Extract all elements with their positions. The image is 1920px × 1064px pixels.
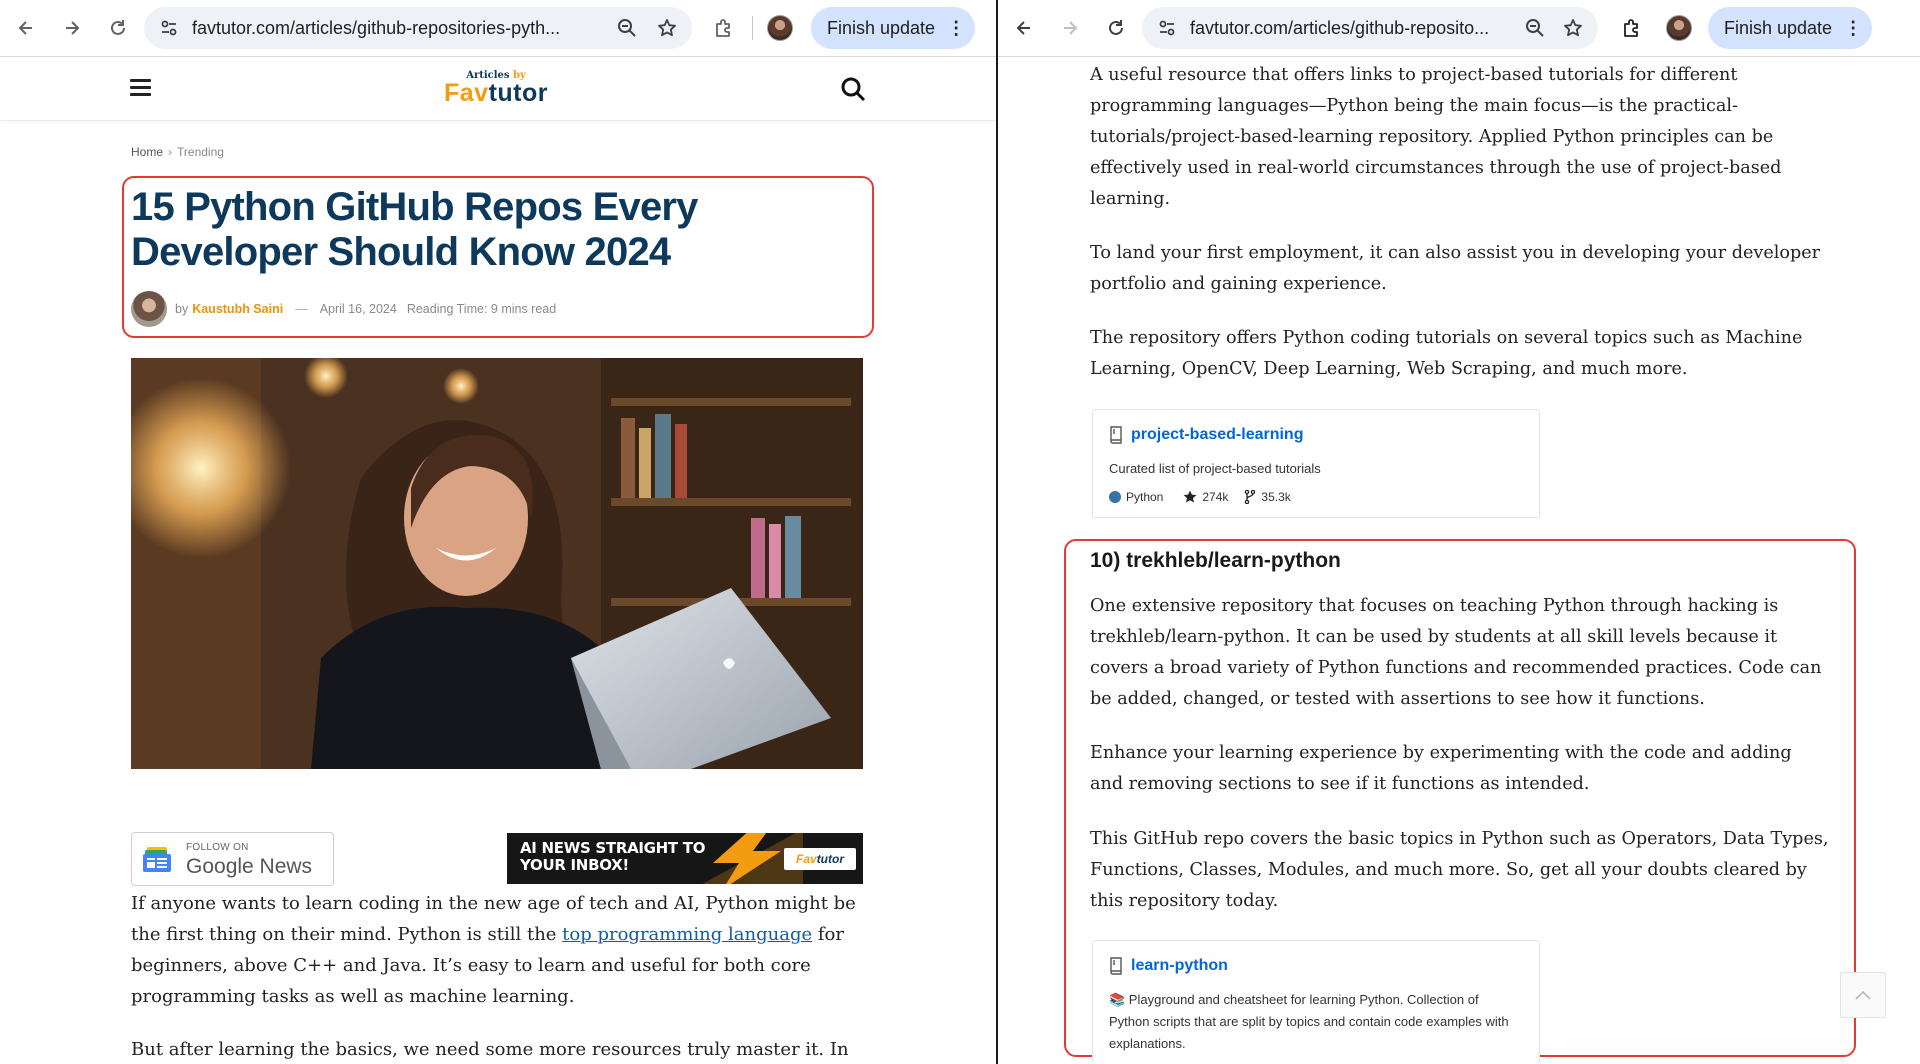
profile-avatar[interactable]	[767, 15, 793, 41]
back-button[interactable]	[8, 10, 44, 46]
url-text: favtutor.com/articles/github-reposito...	[1190, 17, 1490, 38]
more-menu-icon[interactable]: ⋮	[947, 18, 965, 39]
scroll-to-top-button[interactable]	[1840, 972, 1886, 1018]
repo-description: 📚 Playground and cheatsheet for learning…	[1109, 992, 1509, 1051]
repo-language: Python	[1126, 490, 1164, 504]
reload-icon	[1109, 20, 1123, 35]
back-icon	[18, 21, 32, 35]
second-paragraph: But after learning the basics, we need s…	[131, 1039, 849, 1060]
star-icon	[1183, 490, 1197, 503]
site-info-icon[interactable]	[154, 13, 184, 43]
newsletter-banner[interactable]: AI NEWS STRAIGHT TO YOUR INBOX! Favtutor	[507, 833, 863, 884]
toolbar-separator	[752, 16, 753, 40]
repo-forks: 35.3k	[1261, 490, 1291, 504]
zoom-icon[interactable]	[612, 13, 642, 43]
forward-icon	[66, 21, 80, 35]
site-logo[interactable]: Articles by Favtutor	[440, 70, 552, 106]
repo-card-project-based-learning[interactable]: project-based-learning Curated list of p…	[1092, 409, 1540, 518]
profile-avatar[interactable]	[1666, 15, 1692, 41]
paragraph-learn-python-intro: One extensive repository that focuses on…	[1090, 596, 1822, 709]
breadcrumb-current[interactable]: Trending	[177, 145, 224, 159]
repo-icon	[1110, 426, 1122, 444]
address-bar[interactable]: favtutor.com/articles/github-repositorie…	[144, 7, 692, 49]
forward-icon	[1064, 21, 1078, 35]
browser-toolbar: favtutor.com/articles/github-reposito...…	[998, 0, 1920, 57]
chevron-up-icon	[1855, 990, 1871, 1000]
address-bar[interactable]: favtutor.com/articles/github-reposito...	[1142, 7, 1598, 49]
breadcrumb: Home › Trending	[131, 145, 224, 159]
more-menu-icon[interactable]: ⋮	[1844, 18, 1862, 39]
finish-update-label: Finish update	[1724, 17, 1833, 38]
paragraph-experiment: Enhance your learning experience by expe…	[1090, 743, 1792, 794]
forward-button[interactable]	[54, 10, 90, 46]
section-heading: 10) trekhleb/learn-python	[1090, 549, 1341, 572]
article-date: April 16, 2024	[319, 302, 397, 316]
google-news-icon	[143, 847, 171, 872]
finish-update-button[interactable]: Finish update ⋮	[811, 7, 976, 49]
repo-name-link[interactable]: learn-python	[1131, 957, 1228, 975]
paragraph-topics-covered: This GitHub repo covers the basic topics…	[1090, 829, 1829, 911]
forward-button[interactable]	[1052, 10, 1088, 46]
back-button[interactable]	[1006, 10, 1042, 46]
reload-button[interactable]	[1098, 10, 1134, 46]
top-programming-language-link[interactable]: top programming language	[562, 924, 812, 945]
language-dot	[1109, 491, 1121, 503]
reading-time: Reading Time: 9 mins read	[406, 302, 557, 316]
article-meta: by Kaustubh Saini — April 16, 2024 Readi…	[131, 291, 556, 327]
repo-stats: Python 274k 35.3k	[1109, 490, 1291, 504]
repo-card-learn-python[interactable]: learn-python 📚 Playground and cheatsheet…	[1092, 940, 1540, 1064]
hero-image	[131, 358, 863, 769]
article-title: 15 Python GitHub Repos Every Developer S…	[131, 185, 698, 274]
site-header: Articles by Favtutor	[0, 57, 996, 121]
banner-text: AI NEWS STRAIGHT TO YOUR INBOX!	[520, 839, 706, 874]
google-news-follow-button[interactable]: FOLLOW ON Google News	[131, 832, 334, 886]
paragraph-project-based: A useful resource that offers links to p…	[1090, 65, 1782, 209]
reload-button[interactable]	[100, 10, 136, 46]
extensions-icon	[716, 19, 730, 37]
left-browser-window: favtutor.com/articles/github-repositorie…	[0, 0, 996, 1064]
repo-description: Curated list of project-based tutorials	[1109, 461, 1321, 476]
right-browser-window: favtutor.com/articles/github-reposito...…	[998, 0, 1920, 1064]
author-link[interactable]: Kaustubh Saini	[192, 302, 283, 316]
finish-update-button[interactable]: Finish update ⋮	[1708, 7, 1873, 49]
extensions-button[interactable]	[1614, 10, 1650, 46]
author-avatar[interactable]	[131, 291, 167, 327]
repo-stars: 274k	[1202, 490, 1229, 504]
breadcrumb-home[interactable]: Home	[131, 145, 163, 159]
paragraph-employment: To land your first employment, it can al…	[1090, 243, 1821, 294]
fork-icon	[1245, 490, 1256, 504]
repo-name-link[interactable]: project-based-learning	[1131, 426, 1303, 444]
menu-icon[interactable]	[130, 79, 151, 96]
extensions-button[interactable]	[706, 10, 742, 46]
star-icon[interactable]	[1558, 13, 1588, 43]
extensions-icon	[1624, 19, 1638, 37]
reload-icon	[111, 20, 125, 35]
intro-paragraph: If anyone wants to learn coding in the n…	[131, 893, 856, 1007]
finish-update-label: Finish update	[827, 17, 936, 38]
star-icon[interactable]	[652, 13, 682, 43]
site-info-icon[interactable]	[1152, 13, 1182, 43]
back-icon	[1016, 21, 1030, 35]
url-text: favtutor.com/articles/github-repositorie…	[192, 17, 561, 38]
banner-logo: Favtutor	[784, 848, 856, 870]
repo-icon	[1110, 957, 1122, 975]
browser-toolbar: favtutor.com/articles/github-repositorie…	[0, 0, 996, 57]
paragraph-topics: The repository offers Python coding tuto…	[1090, 328, 1803, 379]
search-icon[interactable]	[840, 76, 866, 102]
zoom-icon[interactable]	[1520, 13, 1550, 43]
